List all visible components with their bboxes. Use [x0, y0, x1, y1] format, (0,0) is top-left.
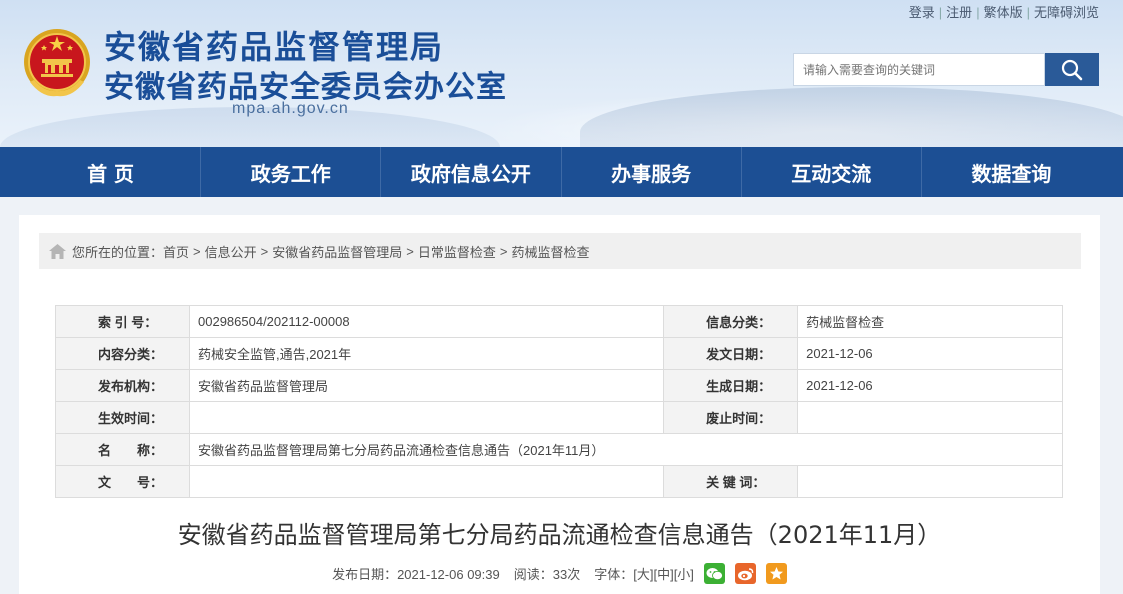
register-link[interactable]: 注册 [946, 5, 972, 20]
weibo-share-button[interactable] [734, 563, 756, 584]
abolish-time-value [797, 401, 1063, 434]
name-value: 安徽省药品监督管理局第七分局药品流通检查信息通告（2021年11月） [189, 433, 1063, 466]
main-content: 您所在的位置： 首页 > 信息公开 > 安徽省药品监督管理局 > 日常监督检查 … [19, 215, 1100, 594]
abolish-time-label: 废止时间： [663, 401, 799, 434]
info-category-value: 药械监督检查 [797, 305, 1063, 338]
search-button[interactable] [1045, 53, 1099, 86]
breadcrumb-separator: > [499, 243, 508, 259]
wechat-share-button[interactable] [703, 563, 725, 584]
effective-time-label: 生效时间： [55, 401, 190, 434]
table-row: 文 号： 关 键 词： [55, 465, 1063, 498]
breadcrumb-prefix: 您所在的位置： [72, 244, 164, 260]
site-domain: mpa.ah.gov.cn [232, 100, 349, 117]
top-links: 登录 | 注册 | 繁体版 | 无障碍浏览 [909, 2, 1099, 21]
nav-government-work[interactable]: 政务工作 [201, 147, 382, 197]
nav-data-query[interactable]: 数据查询 [922, 147, 1101, 197]
table-row: 生效时间： 废止时间： [55, 401, 1063, 434]
separator: | [1026, 5, 1030, 20]
breadcrumb-daily-inspection[interactable]: 日常监督检查 [418, 242, 496, 261]
effective-time-value [188, 401, 665, 434]
accessibility-link[interactable]: 无障碍浏览 [1034, 5, 1099, 20]
article-info-bar: 发布日期：2021-12-06 09:39 阅读：33次 字体： [大] [中]… [19, 563, 1100, 584]
breadcrumb-separator: > [193, 243, 201, 259]
table-row: 名 称： 安徽省药品监督管理局第七分局药品流通检查信息通告（2021年11月） [55, 433, 1063, 466]
issue-date-value: 2021-12-06 [797, 337, 1063, 370]
table-row: 发布机构： 安徽省药品监督管理局 生成日期： 2021-12-06 [55, 369, 1063, 402]
nav-interaction[interactable]: 互动交流 [742, 147, 922, 197]
breadcrumb-device-inspection[interactable]: 药械监督检查 [511, 242, 589, 261]
nav-home[interactable]: 首 页 [21, 147, 202, 197]
breadcrumb-separator: > [406, 243, 414, 259]
breadcrumb-separator: > [260, 243, 269, 259]
keywords-label: 关 键 词： [663, 465, 799, 498]
favorite-button[interactable] [765, 563, 787, 584]
document-number-value [188, 465, 665, 498]
font-medium-button[interactable]: [中] [653, 564, 673, 583]
content-category-value: 药械安全监管,通告,2021年 [188, 337, 665, 370]
separator: | [976, 5, 980, 20]
traditional-chinese-link[interactable]: 繁体版 [984, 5, 1023, 20]
read-count: 阅读：33次 [513, 567, 581, 582]
font-small-button[interactable]: [小] [674, 564, 694, 583]
organization-value: 安徽省药品监督管理局 [188, 369, 665, 402]
issue-date-label: 发文日期： [663, 337, 799, 370]
keywords-value [797, 465, 1063, 498]
table-row: 索 引 号： 002986504/202112-00008 信息分类： 药械监督… [55, 305, 1063, 338]
article-title: 安徽省药品监督管理局第七分局药品流通检查信息通告（2021年11月） [177, 521, 942, 549]
star-icon [769, 567, 783, 580]
publish-date: 发布日期：2021-12-06 09:39 [332, 567, 500, 582]
organization-label: 发布机构： [55, 369, 190, 402]
table-row: 内容分类： 药械安全监管,通告,2021年 发文日期： 2021-12-06 [55, 337, 1063, 370]
main-nav: 首 页 政务工作 政府信息公开 办事服务 互动交流 数据查询 [0, 147, 1123, 197]
breadcrumb-home[interactable]: 首页 [163, 242, 189, 261]
content-category-label: 内容分类： [55, 337, 190, 370]
nav-services[interactable]: 办事服务 [562, 147, 742, 197]
search-icon [1061, 59, 1083, 80]
generated-date-label: 生成日期： [663, 369, 799, 402]
font-size-label: 字体： [594, 567, 634, 582]
search-input[interactable] [793, 53, 1045, 86]
breadcrumb-bureau[interactable]: 安徽省药品监督管理局 [272, 242, 402, 261]
document-number-label: 文 号： [55, 465, 190, 498]
info-category-label: 信息分类： [663, 305, 799, 338]
separator: | [938, 5, 943, 20]
generated-date-value: 2021-12-06 [797, 369, 1063, 402]
breadcrumb: 您所在的位置： 首页 > 信息公开 > 安徽省药品监督管理局 > 日常监督检查 … [39, 233, 1081, 269]
document-meta-table: 索 引 号： 002986504/202112-00008 信息分类： 药械监督… [55, 305, 1063, 498]
wechat-icon [706, 567, 723, 580]
index-value: 002986504/202112-00008 [188, 305, 665, 338]
search-box [793, 53, 1099, 86]
site-header: 安徽省药品监督管理局 安徽省药品安全委员会办公室 mpa.ah.gov.cn 登… [0, 0, 1123, 147]
font-large-button[interactable]: [大] [633, 564, 653, 583]
weibo-icon [737, 567, 754, 580]
home-icon [49, 243, 66, 259]
nav-info-disclosure[interactable]: 政府信息公开 [381, 147, 562, 197]
login-link[interactable]: 登录 [909, 5, 935, 20]
name-label: 名 称： [55, 433, 190, 466]
index-label: 索 引 号： [55, 305, 190, 338]
breadcrumb-info-disclosure[interactable]: 信息公开 [205, 242, 257, 261]
national-emblem-icon [24, 29, 90, 97]
